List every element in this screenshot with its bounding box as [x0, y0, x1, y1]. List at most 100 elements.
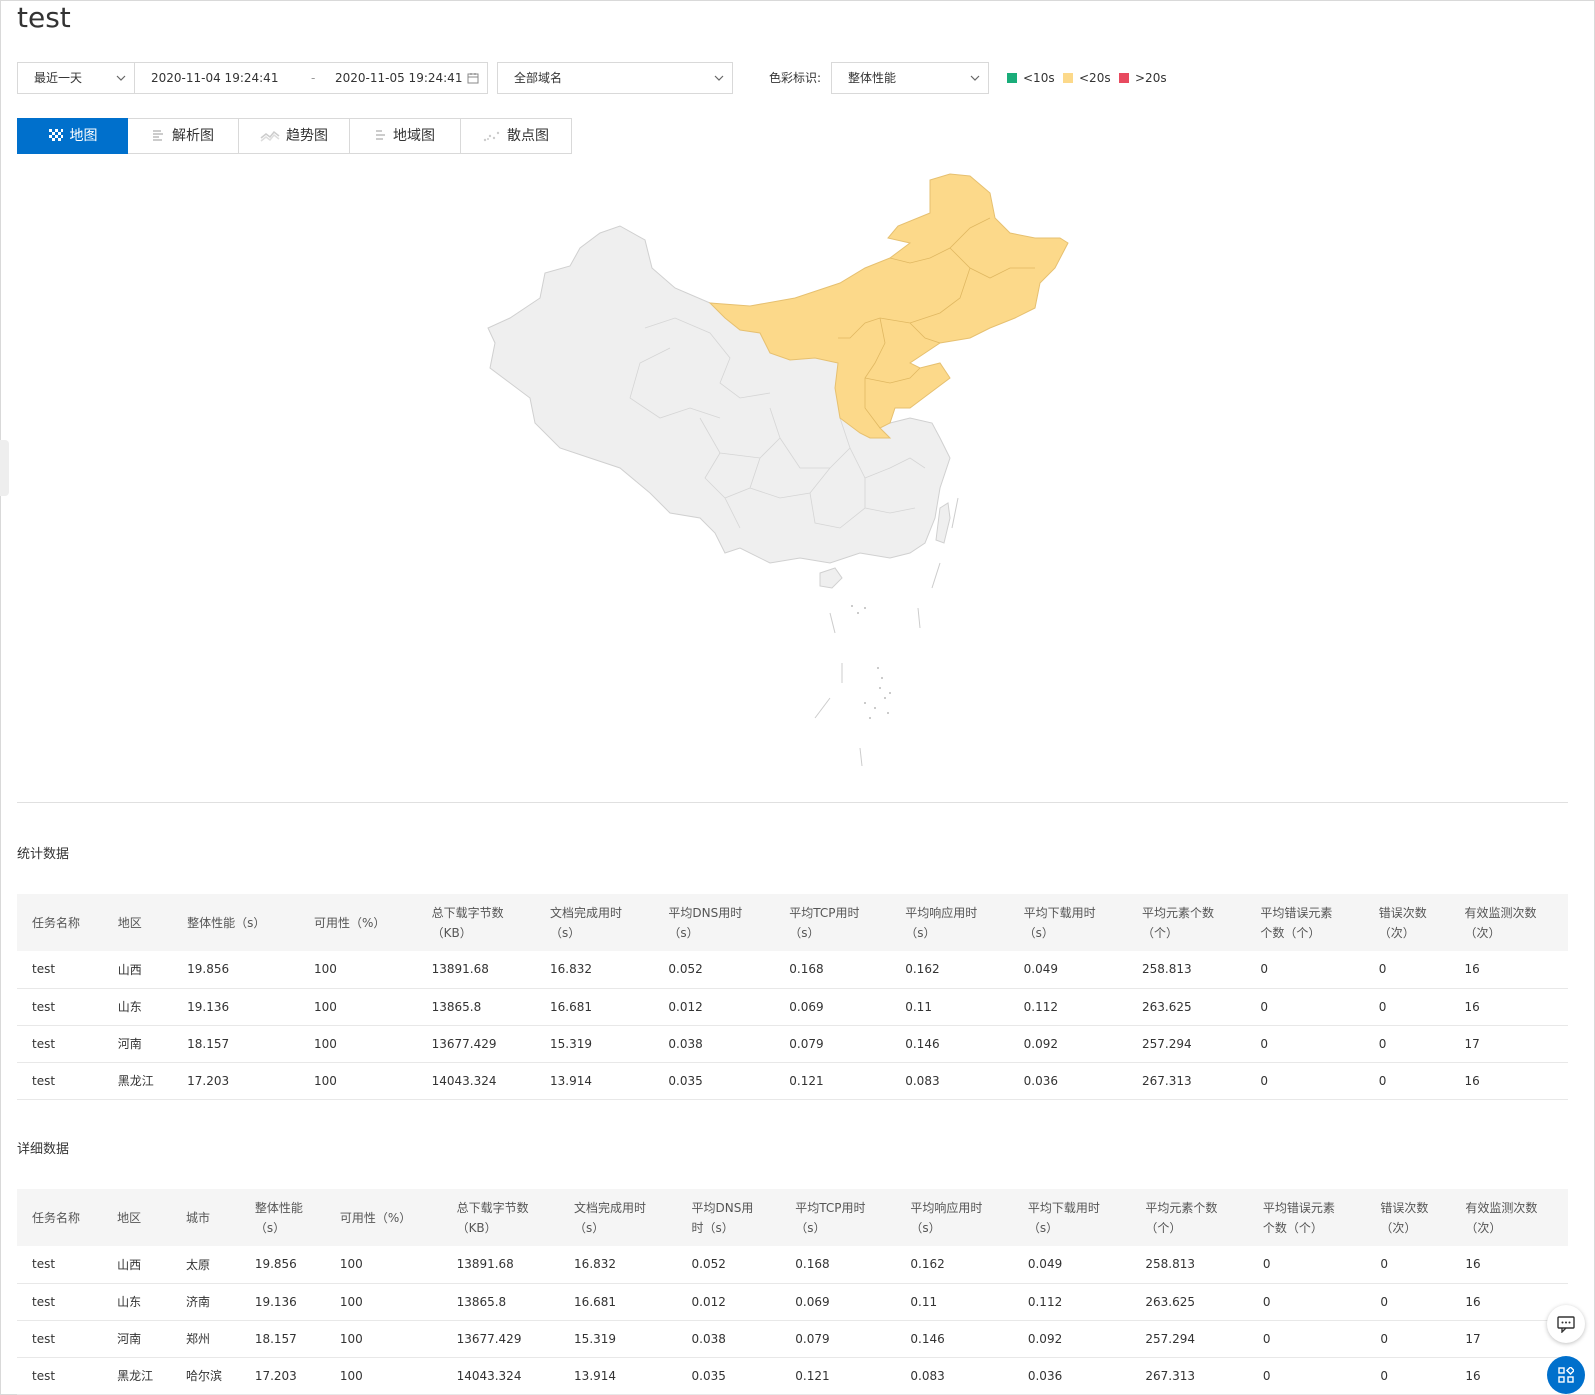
table-cell: 16	[1450, 1246, 1568, 1284]
date-range-picker[interactable]: 2020-11-04 19:24:41 - 2020-11-05 19:24:4…	[134, 62, 488, 94]
table-cell: 100	[299, 1062, 417, 1100]
column-header-unit: （s）	[1023, 925, 1054, 940]
table-cell: 267.313	[1127, 1062, 1246, 1100]
table-cell: test	[17, 1283, 103, 1321]
table-row: test 山西 太原 19.856 100 13891.68 16.832 0.052 0.16…	[17, 1246, 1568, 1284]
column-header-unit: 个数（个）	[1262, 1220, 1323, 1235]
sidebar-collapse-handle[interactable]	[0, 440, 9, 496]
table-row: test 黑龙江 哈尔滨 17.203 100 14043.324 13.914 0.035 0…	[17, 1357, 1568, 1395]
china-map[interactable]	[470, 168, 1110, 788]
table-cell: 16	[1449, 951, 1568, 989]
table-cell: 0	[1363, 1025, 1450, 1063]
column-header-line: 总下载字节数	[431, 905, 504, 920]
table-cell: 0.168	[774, 951, 891, 989]
chevron-down-icon	[116, 75, 126, 81]
table-cell: 257.294	[1130, 1320, 1248, 1358]
table-cell: 100	[324, 1357, 442, 1395]
table-cell: 15.319	[534, 1025, 654, 1063]
column-header-unit: （s）	[795, 1220, 826, 1235]
table-cell: 山东	[102, 1283, 171, 1321]
table-cell: 0.012	[653, 988, 775, 1026]
table-cell: 0.012	[676, 1283, 781, 1321]
column-header: 任务名称	[17, 1189, 103, 1246]
color-mode-select[interactable]: 整体性能	[831, 62, 989, 94]
tab-trend[interactable]: 趋势图	[239, 118, 350, 154]
table-cell: test	[17, 1025, 103, 1063]
table-cell: 263.625	[1130, 1283, 1248, 1321]
table-row: test 山西 19.856 100 13891.68 16.832 0.052 0.168 0…	[17, 951, 1568, 989]
column-header: 整体性能 （s）	[239, 1189, 325, 1246]
column-header-unit: （次）	[1378, 925, 1415, 940]
column-header: 地区	[102, 894, 173, 951]
column-header: 可用性（%）	[299, 894, 417, 951]
column-header: 平均元素个数 （个）	[1130, 1189, 1248, 1246]
column-header-unit: （次）	[1380, 1220, 1417, 1235]
column-header-unit: （s）	[1027, 1220, 1059, 1235]
table-cell: 0	[1363, 1062, 1450, 1100]
column-header-unit: （s）	[549, 925, 581, 940]
column-header: 有效监测次数 （次）	[1449, 894, 1568, 951]
table-cell: 18.157	[172, 1025, 300, 1063]
column-header: 平均响应用时 （s）	[895, 1189, 1013, 1246]
table-cell: 13677.429	[441, 1320, 560, 1358]
table-cell: 0.079	[774, 1025, 891, 1063]
table-cell: 黑龙江	[102, 1062, 173, 1100]
domain-value: 全部域名	[514, 71, 563, 85]
map-icon	[48, 129, 63, 141]
scatter-icon	[483, 131, 500, 142]
date-separator: -	[311, 71, 316, 85]
column-header: 可用性（%）	[324, 1189, 442, 1246]
table-cell: 14043.324	[441, 1357, 560, 1395]
table-cell: 258.813	[1130, 1246, 1248, 1284]
table-cell: 100	[299, 1025, 417, 1063]
domain-select[interactable]: 全部域名	[497, 62, 733, 94]
column-header-line: 平均元素个数	[1145, 1200, 1218, 1215]
table-cell: 0.052	[676, 1246, 781, 1284]
column-header-line: 可用性（%）	[339, 1210, 412, 1225]
table-cell: 0	[1247, 1283, 1366, 1321]
table-cell: 13891.68	[441, 1246, 560, 1284]
column-header-line: 错误次数	[1378, 905, 1427, 920]
table-cell: 郑州	[170, 1320, 240, 1358]
column-header: 平均错误元素 个数（个）	[1247, 1189, 1366, 1246]
table-cell: 0.146	[895, 1320, 1013, 1358]
tab-region[interactable]: 地域图	[350, 118, 461, 154]
column-header-unit: 时（s）	[691, 1220, 734, 1235]
tab-analysis[interactable]: 解析图	[128, 118, 239, 154]
view-tabs: 地图 解析图 趋势图 地域图 散点图	[17, 118, 572, 154]
column-header-line: 平均响应用时	[910, 1200, 983, 1215]
apps-button[interactable]	[1547, 1356, 1585, 1394]
column-header-line: 总下载字节数	[456, 1200, 529, 1215]
table-cell: test	[17, 988, 103, 1026]
column-header-line: 平均下载用时	[1023, 905, 1096, 920]
column-header-unit: （次）	[1465, 1220, 1502, 1235]
legend-fast: <10s	[1007, 62, 1055, 94]
table-cell: 19.136	[172, 988, 300, 1026]
column-header-line: 平均响应用时	[905, 905, 978, 920]
column-header: 城市	[170, 1189, 240, 1246]
trend-icon	[260, 130, 280, 142]
tab-scatter[interactable]: 散点图	[461, 118, 572, 154]
table-cell: 0	[1245, 951, 1364, 989]
table-cell: 263.625	[1127, 988, 1246, 1026]
table-cell: 17.203	[239, 1357, 325, 1395]
column-header: 总下载字节数 （KB）	[441, 1189, 560, 1246]
table-cell: 16.832	[559, 1246, 677, 1284]
table-cell: 0	[1365, 1357, 1451, 1395]
chat-button[interactable]	[1547, 1305, 1585, 1343]
time-range-select[interactable]: 最近一天	[17, 62, 135, 94]
table-cell: 0.162	[895, 1246, 1013, 1284]
table-row: test 黑龙江 17.203 100 14043.324 13.914 0.035 0.12…	[17, 1062, 1568, 1100]
tab-map[interactable]: 地图	[17, 118, 128, 154]
table-cell: 0.112	[1008, 988, 1128, 1026]
column-header-unit: （s）	[910, 1220, 941, 1235]
column-header: 地区	[102, 1189, 171, 1246]
column-header-line: 平均DNS用时	[668, 905, 743, 920]
legend-swatch	[1063, 73, 1073, 83]
column-header-line: 文档完成用时	[574, 1200, 647, 1215]
column-header: 文档完成用时 （s）	[559, 1189, 677, 1246]
column-header-line: 平均TCP用时	[789, 905, 860, 920]
table-cell: 16.681	[534, 988, 654, 1026]
column-header-unit: （s）	[668, 925, 699, 940]
table-cell: 15.319	[559, 1320, 677, 1358]
